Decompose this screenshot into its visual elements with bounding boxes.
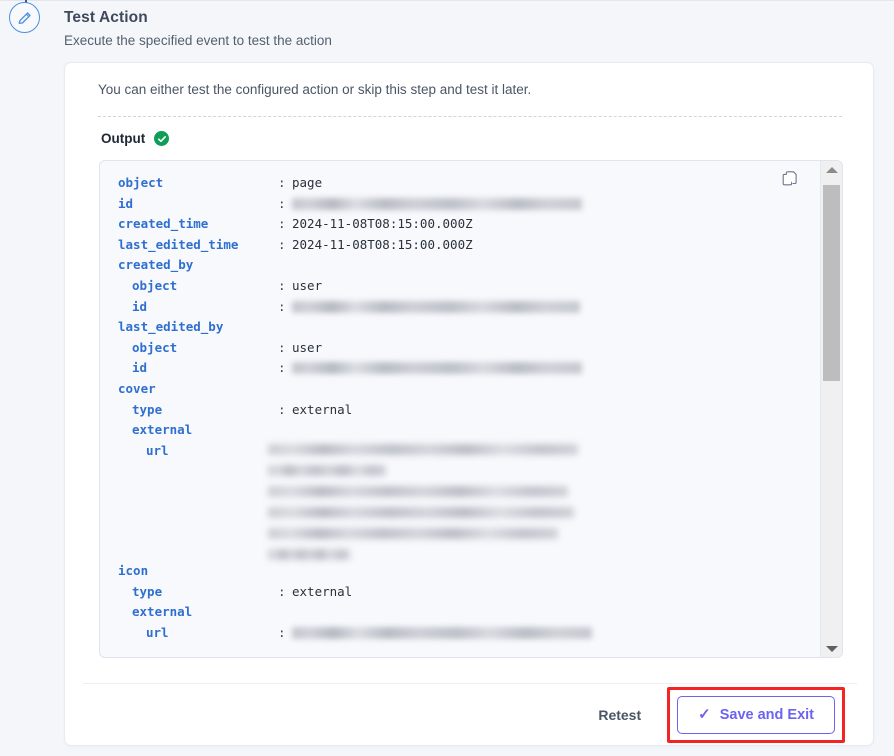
json-colon: : — [278, 298, 286, 314]
json-spacer-row — [100, 523, 822, 544]
json-key: external — [132, 604, 193, 620]
json-row: id: — [100, 194, 822, 215]
json-row: object: user — [100, 276, 822, 297]
json-colon: : — [278, 339, 286, 355]
json-colon: : — [278, 360, 286, 376]
save-and-exit-button[interactable]: ✓ Save and Exit — [677, 695, 835, 734]
json-spacer-row — [100, 482, 822, 503]
json-tree-continued: icon type: external external url: — [100, 561, 822, 643]
page-subtitle: Execute the specified event to test the … — [64, 33, 332, 48]
json-value: user — [292, 339, 323, 355]
section-divider — [98, 116, 842, 117]
pencil-icon — [18, 11, 31, 24]
json-value: page — [292, 175, 323, 190]
json-spacer-row — [100, 461, 822, 482]
json-row: object: user — [100, 338, 822, 359]
json-colon: : — [278, 195, 286, 211]
json-tree: object: page id: created_time:2024-11-08T08… — [100, 173, 822, 585]
output-label: Output — [101, 131, 146, 146]
json-value: external — [292, 583, 353, 599]
json-key: url — [146, 442, 169, 458]
save-button-highlight: ✓ Save and Exit — [667, 686, 845, 743]
copy-icon[interactable] — [782, 171, 798, 187]
json-row: external — [100, 602, 822, 623]
check-icon: ✓ — [698, 705, 711, 723]
card-footer: Retest ✓ Save and Exit — [65, 683, 873, 746]
json-row: icon — [100, 561, 822, 582]
json-key: url — [146, 624, 169, 640]
json-colon: : — [278, 583, 286, 599]
json-value: user — [292, 277, 323, 293]
json-key: last_edited_by — [118, 319, 224, 335]
json-row: cover — [100, 379, 822, 400]
scroll-up-arrow-icon[interactable] — [821, 161, 842, 178]
top-rule — [0, 0, 894, 1]
card-intro-text: You can either test the configured actio… — [98, 82, 532, 97]
json-key: object — [118, 175, 164, 190]
json-key: created_by — [118, 257, 194, 273]
json-key: type — [132, 401, 163, 417]
json-key: external — [132, 422, 193, 438]
json-key: created_time — [118, 216, 209, 232]
json-row: created_by — [100, 255, 822, 276]
redacted-value — [292, 362, 582, 375]
json-colon: : — [278, 216, 286, 232]
json-key: object — [132, 339, 178, 355]
json-row: object: page — [100, 173, 822, 194]
json-row: last_edited_time:2024-11-08T08:15:00.000… — [100, 235, 822, 256]
json-colon: : — [278, 624, 286, 640]
scrollbar-thumb[interactable] — [823, 185, 840, 381]
json-row: type: external — [100, 582, 822, 603]
json-key: id — [118, 195, 134, 211]
json-key: type — [132, 583, 163, 599]
json-key: last_edited_time — [118, 236, 239, 252]
output-viewer[interactable]: object: page id: created_time:2024-11-08T08… — [99, 160, 843, 658]
pencil-circle-icon — [9, 2, 40, 33]
json-row: id: — [100, 358, 822, 379]
json-key: id — [132, 298, 148, 314]
json-colon: : — [278, 175, 286, 190]
page-title: Test Action — [64, 9, 148, 26]
retest-button[interactable]: Retest — [584, 699, 655, 731]
json-value: external — [292, 401, 353, 417]
json-value: 2024-11-08T08:15:00.000Z — [292, 236, 473, 252]
redacted-url-line — [268, 443, 578, 455]
redacted-value — [292, 197, 582, 210]
json-colon: : — [278, 236, 286, 252]
redacted-value — [292, 626, 592, 639]
json-colon: : — [278, 277, 286, 293]
json-row: id: — [100, 297, 822, 318]
success-check-icon — [154, 131, 170, 146]
json-key: object — [132, 277, 178, 293]
json-row: last_edited_by — [100, 317, 822, 338]
save-and-exit-label: Save and Exit — [719, 706, 814, 723]
json-value: 2024-11-08T08:15:00.000Z — [292, 216, 473, 232]
json-row: url: — [100, 623, 822, 644]
test-action-card: You can either test the configured actio… — [64, 62, 874, 746]
json-key: icon — [118, 563, 149, 578]
json-row: external — [100, 420, 822, 441]
output-header: Output — [101, 131, 170, 146]
json-key: cover — [118, 380, 156, 396]
json-spacer-row — [100, 503, 822, 524]
redacted-value — [292, 300, 580, 313]
json-colon: : — [278, 401, 286, 417]
scroll-down-arrow-icon[interactable] — [821, 640, 842, 657]
step-header: Test Action Execute the specified event … — [64, 8, 332, 50]
json-row: type: external — [100, 400, 822, 421]
json-row: created_time:2024-11-08T08:15:00.000Z — [100, 214, 822, 235]
json-key: id — [132, 360, 148, 376]
output-scrollbar[interactable] — [820, 161, 842, 657]
